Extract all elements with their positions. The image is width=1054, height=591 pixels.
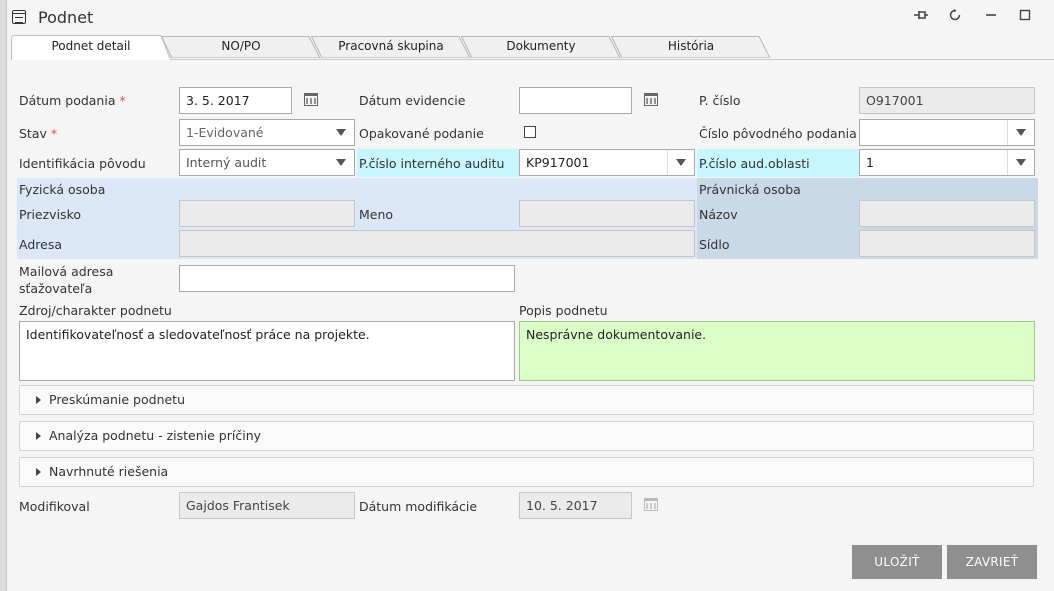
sidlo-label: Sídlo [699, 237, 730, 252]
save-button[interactable]: ULOŽIŤ [852, 545, 942, 579]
tab-label: História [667, 39, 715, 53]
p-cislo-label: P. číslo [699, 93, 741, 108]
close-button[interactable]: ZAVRIEŤ [947, 545, 1037, 579]
section-title: Navrhnuté riešenia [49, 464, 169, 479]
fyzicka-osoba-label: Fyzická osoba [19, 182, 106, 197]
priezvisko-input [179, 200, 355, 227]
section-title: Preskúmanie podnetu [49, 392, 186, 407]
pravnicka-osoba-label: Právnická osoba [699, 182, 801, 197]
chevron-down-icon [676, 159, 686, 166]
title-bar: Podnet [7, 0, 1054, 34]
opakovane-podanie-checkbox[interactable] [524, 126, 536, 138]
form-icon [12, 10, 26, 24]
stav-select[interactable]: 1-Evidované [179, 119, 355, 146]
caret-right-icon [36, 432, 41, 440]
datum-evidencie-label: Dátum evidencie [359, 93, 466, 108]
refresh-icon[interactable] [945, 8, 965, 28]
tab-pracovna-skupina[interactable]: Pracovná skupina [311, 36, 471, 58]
modifikoval-label: Modifikoval [19, 499, 90, 514]
calendar-icon[interactable] [304, 93, 318, 106]
section-title: Analýza podnetu - zistenie príčiny [49, 428, 262, 443]
adresa-input [179, 230, 695, 257]
tab-label: Pracovná skupina [338, 39, 444, 53]
nazov-label: Názov [699, 207, 738, 222]
calendar-icon[interactable] [644, 93, 658, 106]
p-cislo-oblasti-label: P.číslo aud.oblasti [699, 156, 810, 171]
datum-podania-input[interactable]: 3. 5. 2017 [179, 87, 292, 114]
tab-historia[interactable]: História [611, 36, 771, 58]
section-analyza[interactable]: Analýza podnetu - zistenie príčiny [19, 421, 1034, 451]
sidlo-input [859, 230, 1035, 257]
meno-input [519, 200, 695, 227]
zdroj-label: Zdroj/charakter podnetu [19, 303, 172, 318]
mailova-adresa-label: Mailová adresa sťažovateľa [19, 264, 114, 296]
tab-dokumenty[interactable]: Dokumenty [461, 36, 621, 58]
p-cislo-input: O917001 [859, 87, 1035, 114]
minimize-icon[interactable] [981, 8, 1001, 28]
tab-label: NO/PO [221, 39, 261, 53]
caret-right-icon [36, 396, 41, 404]
datum-modifikacie-input: 10. 5. 2017 [519, 492, 632, 519]
section-preskumanie[interactable]: Preskúmanie podnetu [19, 385, 1034, 415]
priezvisko-label: Priezvisko [19, 207, 82, 222]
calendar-icon [644, 498, 658, 511]
window-title: Podnet [38, 8, 94, 27]
zdroj-textarea[interactable]: Identifikovateľnosť a sledovateľnosť prá… [19, 321, 515, 381]
p-cislo-auditu-select[interactable]: KP917001 [519, 149, 695, 176]
datum-podania-label: Dátum podania * [19, 93, 126, 108]
datum-modifikacie-label: Dátum modifikácie [359, 499, 478, 514]
opakovane-podanie-label: Opakované podanie [359, 126, 484, 141]
p-cislo-oblasti-select[interactable]: 1 [859, 149, 1035, 176]
adresa-label: Adresa [19, 237, 62, 252]
stav-label: Stav * [19, 126, 58, 141]
pin-icon[interactable] [911, 8, 931, 28]
maximize-icon[interactable] [1015, 8, 1035, 28]
popis-textarea[interactable]: Nesprávne dokumentovanie. [519, 321, 1035, 381]
chevron-down-icon [1016, 129, 1026, 136]
identifikacia-povodu-label: Identifikácia pôvodu [19, 156, 146, 171]
mailova-adresa-input[interactable] [179, 265, 515, 292]
p-cislo-auditu-label: P.číslo interného auditu [359, 156, 505, 171]
chevron-down-icon [336, 129, 346, 136]
tab-no-po[interactable]: NO/PO [161, 36, 321, 58]
meno-label: Meno [359, 207, 394, 222]
cislo-povodneho-label: Číslo pôvodného podania [699, 126, 857, 141]
chevron-down-icon [1016, 159, 1026, 166]
tab-label: Podnet detail [51, 39, 131, 53]
datum-evidencie-input[interactable] [519, 87, 632, 114]
section-navrhnute-riesenia[interactable]: Navrhnuté riešenia [19, 457, 1034, 487]
podnet-window: Podnet Podnet detail NO/PO Pracovná skup… [6, 0, 1054, 591]
chevron-down-icon [336, 159, 346, 166]
tab-label: Dokumenty [506, 39, 576, 53]
nazov-input [859, 200, 1035, 227]
caret-right-icon [36, 468, 41, 476]
popis-label: Popis podnetu [519, 303, 608, 318]
modifikoval-input: Gajdos Frantisek [179, 492, 355, 519]
identifikacia-povodu-select[interactable]: Interný audit [179, 149, 355, 176]
cislo-povodneho-select[interactable] [859, 119, 1035, 146]
tab-podnet-detail[interactable]: Podnet detail [11, 34, 171, 60]
